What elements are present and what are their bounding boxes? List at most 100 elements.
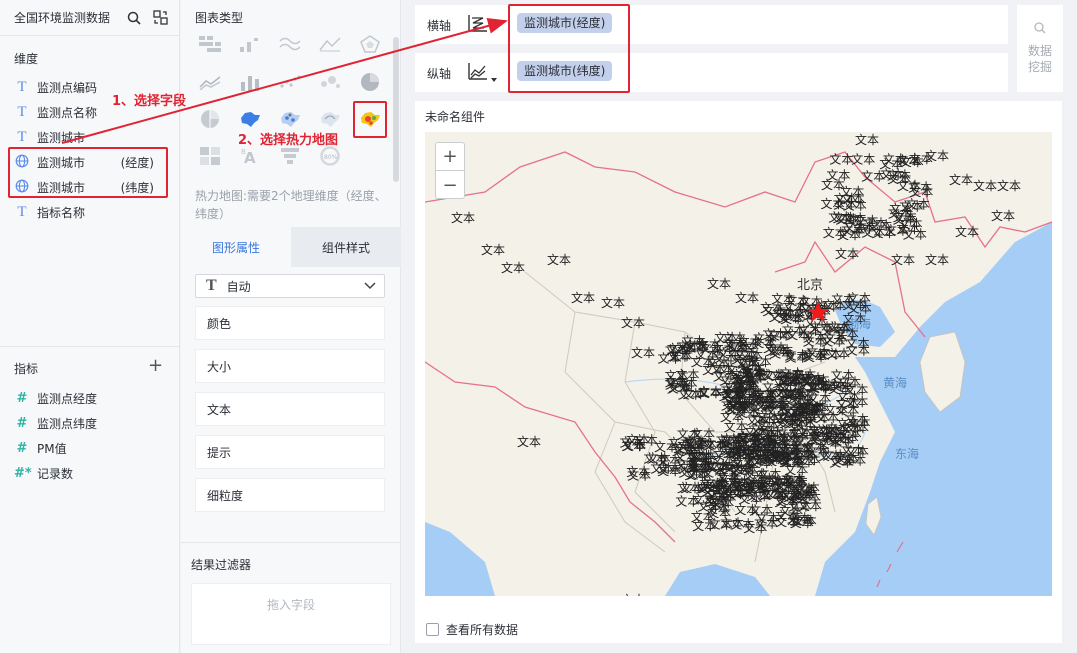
field-label: PM值 <box>37 442 67 456</box>
y-axis-icon[interactable] <box>467 61 499 86</box>
grid-chart-icon[interactable] <box>195 144 225 168</box>
mark-type-select[interactable]: T 自动 <box>195 274 385 298</box>
radar-chart-icon[interactable] <box>355 32 385 56</box>
number-type-icon: # <box>16 416 28 431</box>
dataset-header: 全国环境监测数据 <box>0 0 179 36</box>
number-type-icon: # <box>16 441 28 456</box>
city-label-beijing: 北京 <box>797 278 823 293</box>
map-point-label: 文本 <box>621 315 645 330</box>
tab-graphic-properties[interactable]: 图形属性 <box>181 227 291 267</box>
map-point-label: 文本 <box>706 501 730 516</box>
donut-chart-icon[interactable] <box>195 107 225 131</box>
metric-section-label: 指标 <box>14 362 39 376</box>
map-point-label: 文本 <box>668 435 692 450</box>
bar-chart-icon[interactable] <box>235 32 265 56</box>
property-tabs: 图形属性 组件样式 <box>181 227 401 267</box>
map-point-label: 文本 <box>852 220 876 235</box>
zoom-in-button[interactable]: + <box>436 143 464 171</box>
sea-label-huanghai: 黄海 <box>883 375 907 390</box>
switch-dataset-icon[interactable] <box>151 9 169 27</box>
map-point-label: 文本 <box>622 438 646 453</box>
map-point-label: 文本 <box>828 209 852 224</box>
map-point-label: 文本 <box>991 208 1015 223</box>
metric-field[interactable]: # 监测点纬度 <box>0 411 180 436</box>
map-point-label: 文本 <box>769 345 793 360</box>
dimension-field[interactable]: T 指标名称 <box>0 200 180 225</box>
filter-drop-zone[interactable]: 拖入字段 <box>191 583 391 645</box>
map-point-label: 文本 <box>451 210 475 225</box>
field-label: 记录数 <box>37 467 74 481</box>
map-point-label: 文本 <box>829 151 853 166</box>
map-point-label: 文本 <box>794 433 818 448</box>
chart-type-scrollbar[interactable] <box>393 37 399 182</box>
map-zoom-control: + − <box>435 142 465 199</box>
text-property[interactable]: 文本 <box>195 392 385 426</box>
zoom-out-button[interactable]: − <box>436 171 464 199</box>
result-filter-title: 结果过滤器 <box>191 558 252 572</box>
flow-map-icon[interactable] <box>315 107 345 131</box>
map-point-label: 文本 <box>730 517 754 532</box>
map-point-label: 文本 <box>784 462 808 477</box>
wave-chart-icon[interactable] <box>275 32 305 56</box>
text-type-icon: T <box>17 204 27 220</box>
metric-field[interactable]: # PM值 <box>0 436 180 461</box>
pie-chart-icon[interactable] <box>355 70 385 94</box>
map-point-label: 文本 <box>893 209 917 224</box>
view-all-data-toggle[interactable]: 查看所有数据 <box>426 621 518 638</box>
table-chart-icon[interactable] <box>195 32 225 56</box>
heat-map[interactable]: 文本 文本 文本 文本 文本 文本 文本 文本 文本 文本 文本 文本 文本 文本 文本 文本 文本 文本 文本 文本… <box>425 132 1052 596</box>
chevron-down-icon <box>364 279 376 293</box>
text-mark-icon: T <box>206 277 217 294</box>
size-property[interactable]: 大小 <box>195 349 385 383</box>
line-chart-icon[interactable] <box>315 32 345 56</box>
search-icon[interactable] <box>125 9 143 27</box>
svg-text:B: B <box>241 148 246 156</box>
section-divider <box>181 542 401 543</box>
chart-type-title: 图表类型 <box>195 11 244 25</box>
field-label: 监测点纬度 <box>37 417 98 431</box>
map-point-label: 文本 <box>756 510 780 525</box>
data-mining-icon <box>1034 22 1046 38</box>
map-point-label: 文本 <box>517 434 541 449</box>
region-map-icon[interactable] <box>235 107 265 131</box>
x-axis-icon[interactable] <box>467 13 489 36</box>
view-all-checkbox[interactable] <box>426 623 439 636</box>
text-type-icon: T <box>17 79 27 95</box>
map-point-label: 文本 <box>855 132 879 147</box>
map-point-label: 文本 <box>897 153 921 168</box>
map-point-label: 文本 <box>818 346 842 361</box>
field-label: 监测点编码 <box>37 81 98 95</box>
color-property[interactable]: 颜色 <box>195 306 385 340</box>
map-point-label: 文本 <box>700 340 724 355</box>
map-point-label: 文本 <box>836 396 860 411</box>
sea-label-bohai: 渤海 <box>847 316 871 331</box>
map-point-label: 文本 <box>752 412 776 427</box>
chart-config-panel: 图表类型 AB 80% 热力地图:需要2个地理维度（经度、纬度） 图形属性 组件… <box>181 0 401 653</box>
tooltip-property[interactable]: 提示 <box>195 435 385 469</box>
metric-field[interactable]: # 监测点经度 <box>0 386 180 411</box>
map-point-label: 文本 <box>903 227 927 242</box>
highlight-axis-fields <box>508 4 630 93</box>
granularity-property[interactable]: 细粒度 <box>195 478 385 512</box>
point-map-icon[interactable] <box>275 107 305 131</box>
map-point-label: 文本 <box>829 455 853 470</box>
mark-type-value: 自动 <box>226 279 251 294</box>
metric-field[interactable]: #* 记录数 <box>0 461 180 486</box>
scatter-chart-icon[interactable] <box>275 70 305 94</box>
field-label: 监测点经度 <box>37 392 98 406</box>
column-chart-icon[interactable] <box>235 70 265 94</box>
section-divider <box>0 346 180 347</box>
tab-component-style[interactable]: 组件样式 <box>291 227 401 267</box>
highlight-heat-map <box>353 101 387 138</box>
map-point-label: 文本 <box>797 378 821 393</box>
area-chart-icon[interactable] <box>195 70 225 94</box>
map-point-label: 文本 <box>621 592 645 596</box>
map-point-label: 文本 <box>949 172 973 187</box>
map-point-label: 文本 <box>833 197 857 212</box>
add-metric-icon[interactable]: + <box>148 357 163 375</box>
annotation-step-2: 2、选择热力地图 <box>238 133 339 148</box>
map-point-label: 文本 <box>763 327 787 342</box>
map-point-label: 文本 <box>793 513 817 528</box>
data-mining-button[interactable]: 数据 挖掘 <box>1017 5 1063 92</box>
bubble-chart-icon[interactable] <box>315 70 345 94</box>
